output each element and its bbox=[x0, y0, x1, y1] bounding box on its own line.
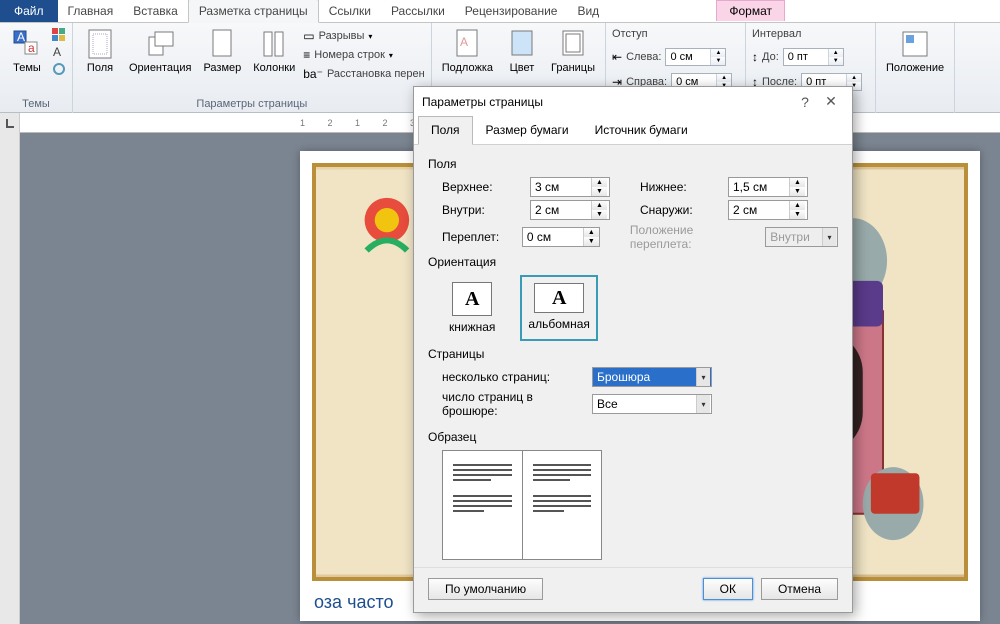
breaks-button[interactable]: ▭Разрывы▾ bbox=[303, 28, 424, 44]
portrait-icon: A bbox=[452, 282, 492, 316]
inside-label: Внутри: bbox=[442, 203, 520, 217]
tab-format[interactable]: Формат bbox=[716, 0, 785, 21]
tab-selector[interactable] bbox=[0, 113, 20, 133]
dialog-title: Параметры страницы bbox=[422, 95, 792, 109]
hyphenation-button[interactable]: ba⁻Расстановка перен bbox=[303, 66, 424, 82]
tab-mailings[interactable]: Рассылки bbox=[381, 0, 455, 22]
sheets-select[interactable]: Все▾ bbox=[592, 394, 712, 414]
watermark-icon: A bbox=[451, 28, 483, 60]
landscape-icon: A bbox=[534, 283, 584, 313]
preview-box bbox=[442, 450, 602, 560]
cancel-button[interactable]: Отмена bbox=[761, 578, 838, 600]
multi-pages-select[interactable]: Брошюра▾ bbox=[592, 367, 712, 387]
sheets-label: число страниц в брошюре: bbox=[442, 390, 582, 418]
gutter-label: Переплет: bbox=[442, 230, 512, 244]
orientation-portrait[interactable]: A книжная bbox=[442, 275, 502, 341]
tab-review[interactable]: Рецензирование bbox=[455, 0, 568, 22]
section-orientation: Ориентация bbox=[428, 255, 838, 269]
page-color-icon bbox=[506, 28, 538, 60]
size-icon bbox=[206, 28, 238, 60]
page-borders-icon bbox=[557, 28, 589, 60]
themes-icon: Aa bbox=[11, 28, 43, 60]
columns-button[interactable]: Колонки bbox=[249, 26, 299, 76]
line-numbers-button[interactable]: ≡Номера строк▾ bbox=[303, 47, 424, 63]
spacing-before-icon: ↕ bbox=[752, 50, 758, 64]
help-button[interactable]: ? bbox=[792, 94, 818, 110]
themes-button[interactable]: Aa Темы bbox=[6, 26, 48, 76]
svg-text:A: A bbox=[17, 30, 25, 44]
page-caption: оза часто bbox=[314, 592, 394, 613]
breaks-icon: ▭ bbox=[303, 29, 314, 43]
tab-references[interactable]: Ссылки bbox=[319, 0, 381, 22]
orientation-landscape[interactable]: A альбомная bbox=[520, 275, 598, 341]
tab-file[interactable]: Файл bbox=[0, 0, 58, 22]
group-themes: Aa Темы A Темы bbox=[0, 23, 73, 113]
tab-source[interactable]: Источник бумаги bbox=[582, 116, 701, 144]
size-button[interactable]: Размер bbox=[199, 26, 245, 76]
margins-icon bbox=[84, 28, 116, 60]
tab-insert[interactable]: Вставка bbox=[123, 0, 188, 22]
gutter-pos-label: Положение переплета: bbox=[630, 223, 755, 251]
svg-text:a: a bbox=[28, 41, 35, 55]
default-button[interactable]: По умолчанию bbox=[428, 578, 543, 600]
main-tabs: Файл Главная Вставка Разметка страницы С… bbox=[0, 0, 1000, 23]
margins-button[interactable]: Поля bbox=[79, 26, 121, 76]
svg-text:A: A bbox=[460, 35, 468, 49]
outside-input[interactable]: ▲▼ bbox=[728, 200, 808, 220]
position-icon bbox=[899, 28, 931, 60]
inside-input[interactable]: ▲▼ bbox=[530, 200, 610, 220]
top-input[interactable]: ▲▼ bbox=[530, 177, 610, 197]
section-margins: Поля bbox=[428, 157, 838, 171]
vertical-ruler[interactable] bbox=[0, 133, 20, 624]
group-page-setup: Поля Ориентация Размер Колонки ▭Разрывы▾… bbox=[73, 23, 432, 113]
indent-title: Отступ bbox=[612, 26, 739, 42]
dialog-titlebar: Параметры страницы ? ✕ bbox=[414, 87, 852, 116]
section-pages: Страницы bbox=[428, 347, 838, 361]
tab-view[interactable]: Вид bbox=[567, 0, 609, 22]
position-button[interactable]: Положение bbox=[882, 26, 948, 76]
tab-home[interactable]: Главная bbox=[58, 0, 124, 22]
hyphenation-icon: ba⁻ bbox=[303, 67, 323, 81]
theme-colors-icon[interactable] bbox=[52, 28, 66, 42]
theme-fonts-icon[interactable]: A bbox=[52, 45, 66, 59]
spacing-before-input[interactable]: ▲▼ bbox=[783, 48, 844, 66]
section-preview: Образец bbox=[428, 430, 838, 444]
group-arrange: Положение bbox=[876, 23, 955, 113]
outside-label: Снаружи: bbox=[640, 203, 718, 217]
tab-margins[interactable]: Поля bbox=[418, 116, 473, 145]
spacing-title: Интервал bbox=[752, 26, 869, 42]
multi-pages-label: несколько страниц: bbox=[442, 370, 582, 384]
page-color-button[interactable]: Цвет bbox=[501, 26, 543, 76]
bottom-input[interactable]: ▲▼ bbox=[728, 177, 808, 197]
line-numbers-icon: ≡ bbox=[303, 48, 310, 62]
orientation-icon bbox=[144, 28, 176, 60]
group-themes-label: Темы bbox=[6, 97, 66, 111]
dialog-tabs: Поля Размер бумаги Источник бумаги bbox=[414, 116, 852, 145]
indent-left-icon: ⇤ bbox=[612, 50, 622, 64]
columns-icon bbox=[258, 28, 290, 60]
theme-effects-icon[interactable] bbox=[52, 62, 66, 76]
gutter-pos-select: Внутри▾ bbox=[765, 227, 838, 247]
tab-paper[interactable]: Размер бумаги bbox=[473, 116, 582, 144]
ok-button[interactable]: ОК bbox=[703, 578, 753, 600]
indent-left-input[interactable]: ▲▼ bbox=[665, 48, 726, 66]
dialog-footer: По умолчанию ОК Отмена bbox=[414, 567, 852, 612]
gutter-input[interactable]: ▲▼ bbox=[522, 227, 600, 247]
close-button[interactable]: ✕ bbox=[818, 93, 844, 110]
watermark-button[interactable]: AПодложка bbox=[438, 26, 497, 76]
dialog-body: Поля Верхнее: ▲▼ Нижнее: ▲▼ Внутри: ▲▼ С… bbox=[414, 145, 852, 567]
orientation-button[interactable]: Ориентация bbox=[125, 26, 195, 76]
page-setup-dialog: Параметры страницы ? ✕ Поля Размер бумаг… bbox=[413, 86, 853, 613]
group-page-setup-label: Параметры страницы bbox=[79, 97, 425, 111]
page-borders-button[interactable]: Границы bbox=[547, 26, 599, 76]
bottom-label: Нижнее: bbox=[640, 180, 718, 194]
svg-text:A: A bbox=[53, 45, 61, 59]
tab-page-layout[interactable]: Разметка страницы bbox=[188, 0, 319, 23]
top-label: Верхнее: bbox=[442, 180, 520, 194]
themes-label: Темы bbox=[13, 62, 41, 74]
